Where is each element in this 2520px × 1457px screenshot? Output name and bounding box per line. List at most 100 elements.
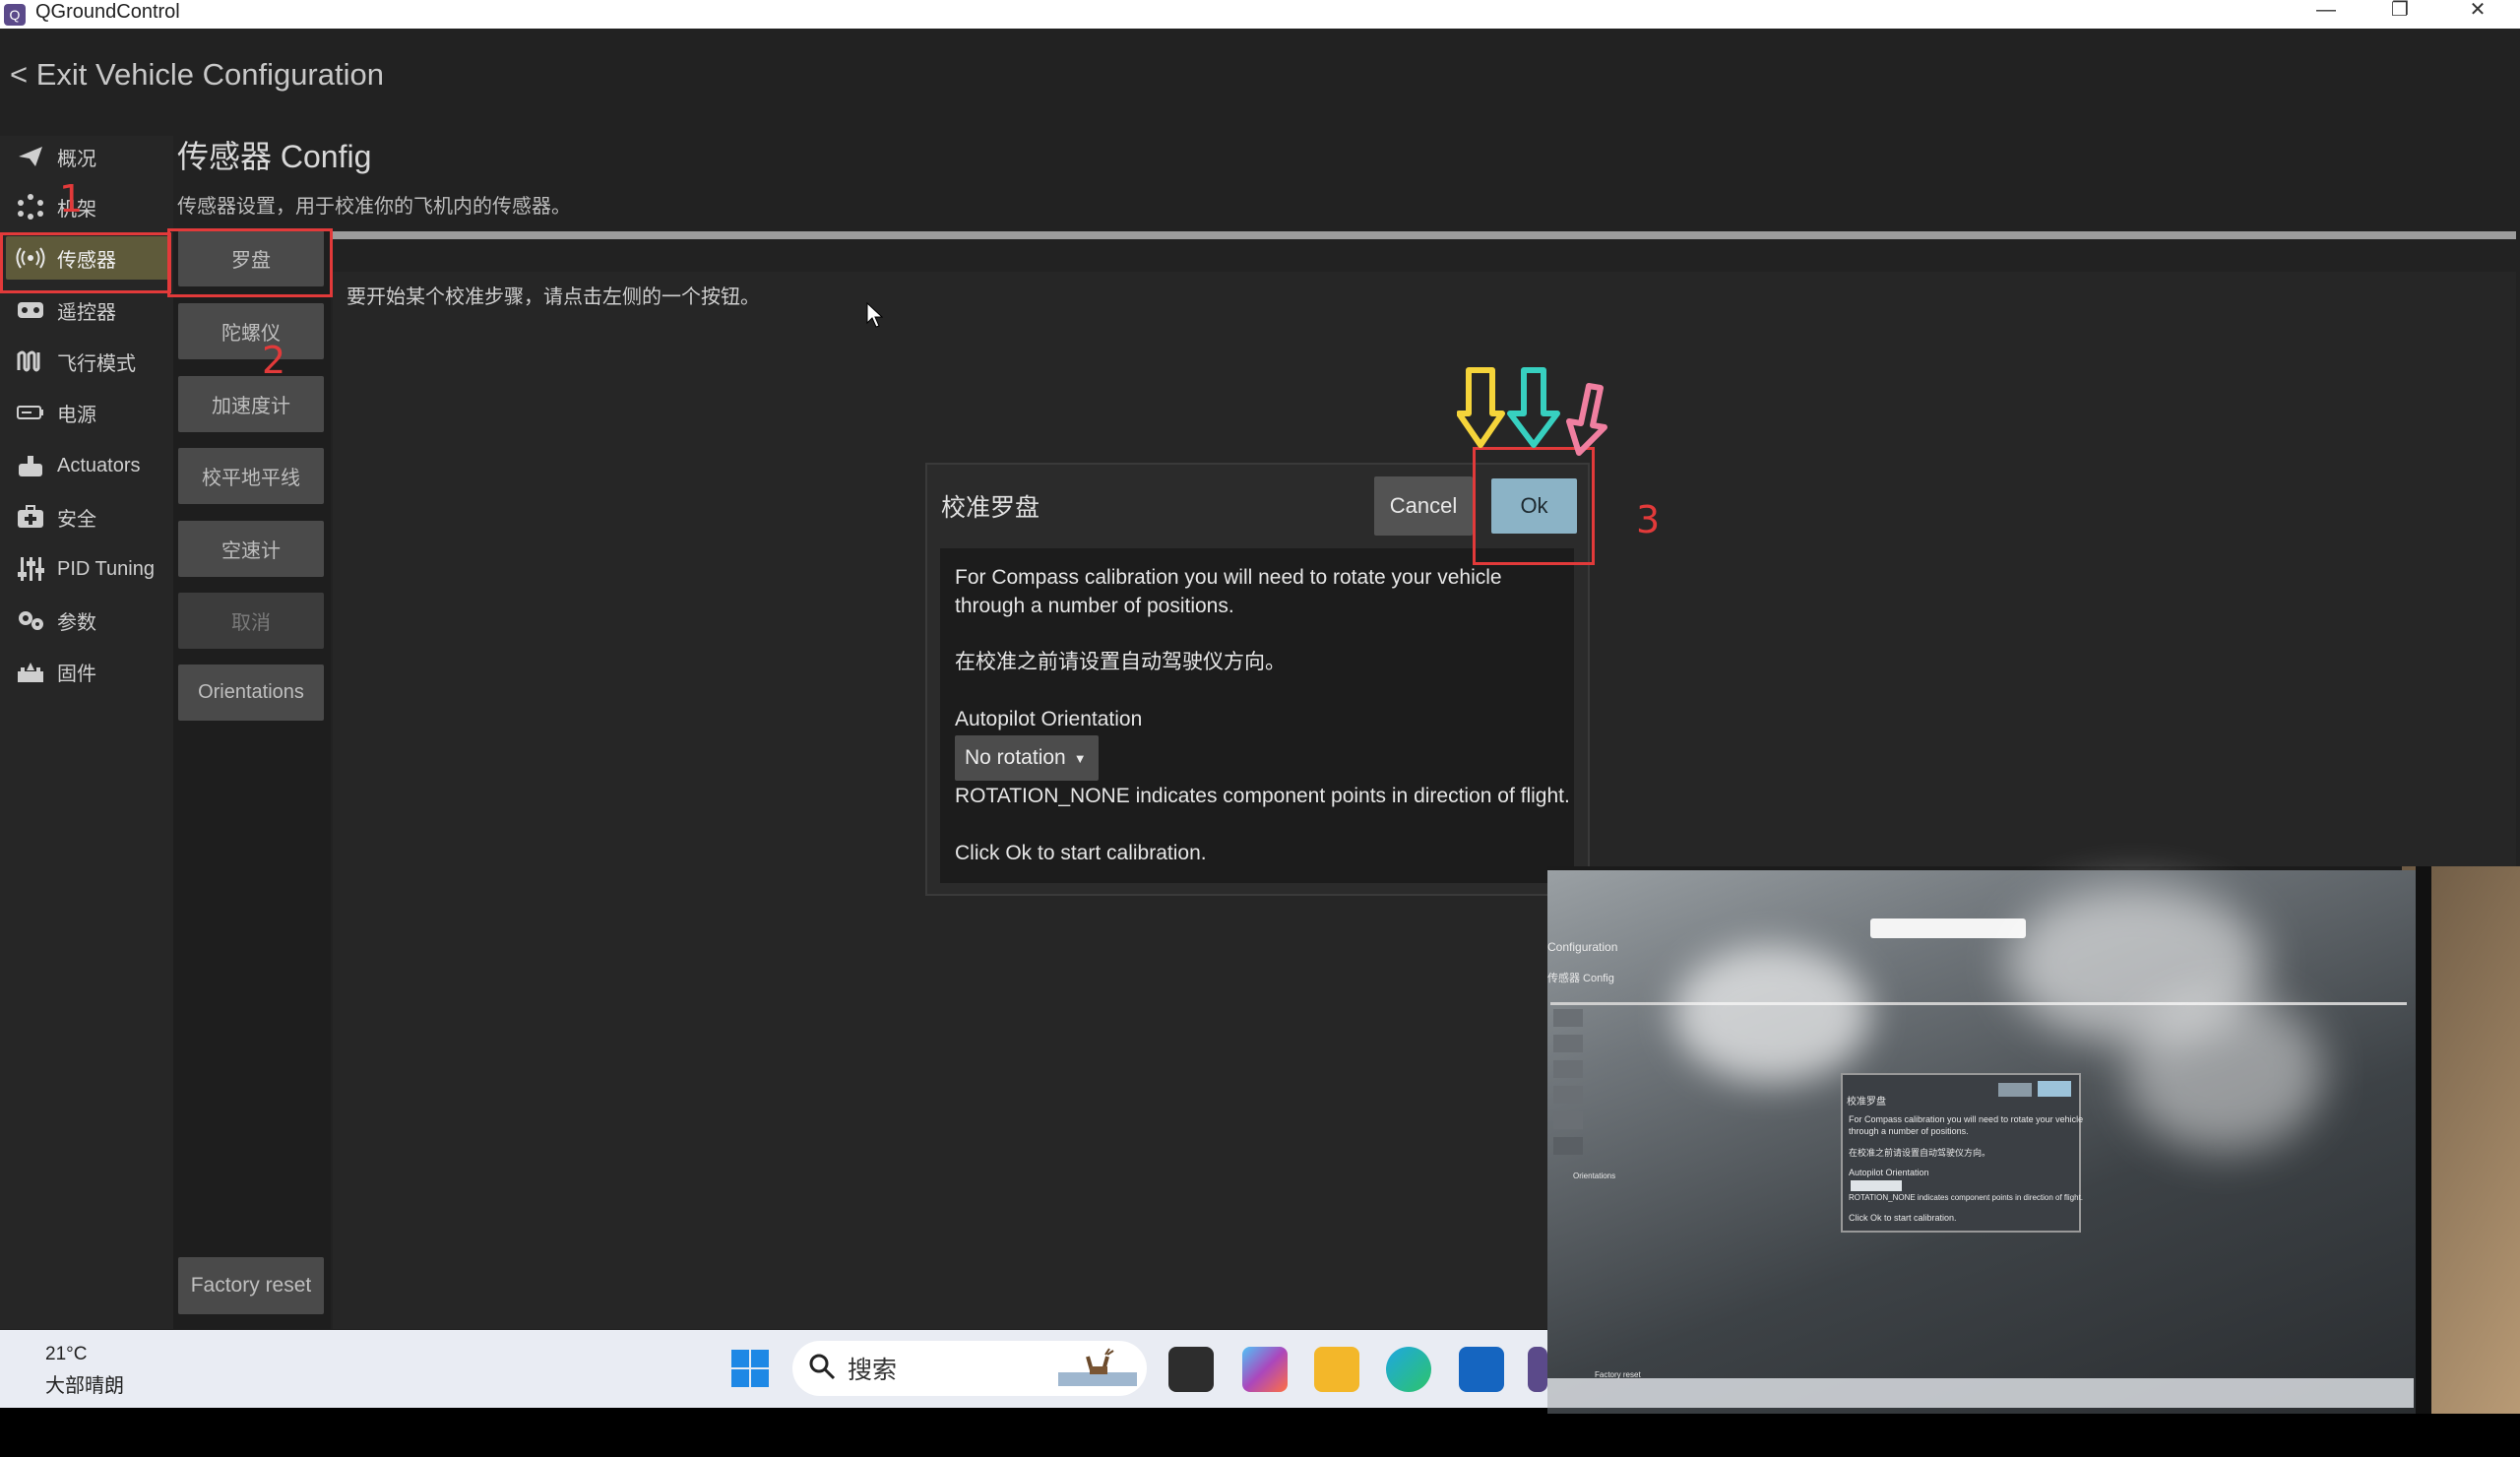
nav-item-label: 概况 [57, 148, 96, 170]
file-explorer-icon[interactable] [1314, 1347, 1359, 1392]
window-title: QGroundControl [35, 1, 180, 23]
sliders-icon [16, 556, 45, 582]
wave-icon [16, 348, 45, 374]
page-description: 传感器设置，用于校准你的飞机内的传感器。 [177, 196, 571, 218]
photo-recording-toolbar [1870, 919, 2026, 938]
photo-orientations: Orientations [1573, 1172, 1616, 1180]
frame-dots-icon [16, 194, 45, 220]
nav-item-parameters[interactable]: 参数 [6, 599, 169, 642]
nav-item-label: 参数 [57, 611, 96, 634]
task-view-icon[interactable] [1168, 1347, 1214, 1392]
photo-orientation-select [1851, 1180, 1902, 1191]
weather-temperature[interactable]: 21°C [45, 1344, 87, 1365]
nav-item-label: 安全 [57, 508, 96, 531]
annotation-box-sensors [0, 232, 171, 293]
minimize-button[interactable]: — [2297, 0, 2356, 24]
orientation-selected-value: No rotation [965, 746, 1066, 769]
nav-item-summary[interactable]: 概况 [6, 135, 169, 178]
photo-page-title: 传感器 Config [1547, 973, 1614, 984]
maximize-button[interactable]: ❐ [2370, 0, 2429, 24]
taskbar-search-box[interactable]: 搜索 [792, 1341, 1147, 1396]
gyroscope-button[interactable]: 陀螺仪 [178, 303, 324, 359]
page-title: 传感器 Config [177, 139, 372, 174]
nav-item-label: 遥控器 [57, 301, 116, 324]
level-horizon-button[interactable]: 校平地平线 [178, 448, 324, 504]
dialog-title: 校准罗盘 [941, 494, 1040, 522]
windows-start-icon[interactable] [730, 1349, 770, 1393]
start-calibration-note: Click Ok to start calibration. [955, 842, 1207, 864]
qgroundcontrol-taskbar-icon[interactable] [1528, 1347, 1547, 1392]
chevron-down-icon: ▼ [1073, 750, 1087, 766]
photo-dialog-title: 校准罗盘 [1847, 1097, 1886, 1108]
gears-icon [16, 607, 45, 633]
photo-orientation-label: Autopilot Orientation [1849, 1168, 1929, 1177]
gamepad-icon [16, 297, 45, 323]
nav-item-flight-modes[interactable]: 飞行模式 [6, 340, 169, 383]
photo-taskbar [1547, 1378, 2414, 1408]
dialog-cancel-button[interactable]: Cancel [1374, 476, 1473, 536]
autopilot-orientation-label: Autopilot Orientation [955, 708, 1143, 730]
annotation-step-2: 2 [262, 339, 286, 382]
annotation-box-ok [1473, 447, 1595, 565]
close-button[interactable]: ✕ [2448, 0, 2507, 24]
header-divider [333, 231, 2516, 239]
annotation-step-1: 1 [59, 177, 84, 221]
nav-item-radio[interactable]: 遥控器 [6, 288, 169, 332]
nav-item-power[interactable]: 电源 [6, 391, 169, 434]
photo-glare [2126, 994, 2323, 1152]
photo-cancel-button [1998, 1083, 2032, 1097]
photo-ok-button [2038, 1081, 2071, 1097]
dialog-instruction-line-2: through a number of positions. [955, 595, 1234, 617]
photo-config-text: Configuration [1547, 940, 1618, 954]
search-icon [808, 1353, 836, 1385]
factory-reset-button[interactable]: Factory reset [178, 1257, 324, 1314]
photo-rotation-note: ROTATION_NONE indicates component points… [1849, 1193, 2084, 1202]
pink-arrow-icon [1559, 382, 1612, 462]
deer-illustration-icon [1058, 1347, 1137, 1391]
nav-item-label: PID Tuning [57, 557, 155, 580]
nav-item-label: 电源 [57, 404, 96, 426]
window-title-bar [0, 0, 2520, 29]
firmware-icon [16, 659, 45, 684]
orientations-button[interactable]: Orientations [178, 665, 324, 721]
annotation-box-compass [167, 228, 333, 297]
nav-item-pid-tuning[interactable]: PID Tuning [6, 547, 169, 591]
photo-glare [1673, 945, 1870, 1083]
photo-dialog-line-3: 在校准之前请设置自动驾驶仪方向。 [1849, 1148, 1991, 1158]
exit-vehicle-config-link[interactable]: < Exit Vehicle Configuration [10, 57, 384, 93]
screen-bottom-bezel [0, 1408, 2520, 1457]
app-logo-icon: Q [4, 4, 26, 26]
weather-description[interactable]: 大部晴朗 [45, 1369, 124, 1398]
nav-item-label: Actuators [57, 454, 141, 476]
accelerometer-button[interactable]: 加速度计 [178, 376, 324, 432]
microsoft-store-icon[interactable] [1459, 1347, 1504, 1392]
photo-dialog-line-1: For Compass calibration you will need to… [1849, 1114, 2084, 1124]
search-label: 搜索 [848, 1357, 898, 1384]
battery-icon [16, 400, 45, 425]
photo-dialog-line-2: through a number of positions. [1849, 1126, 1969, 1136]
photo-start-note: Click Ok to start calibration. [1849, 1213, 1957, 1223]
photo-sensor-buttons [1553, 1009, 1583, 1176]
nav-item-safety[interactable]: 安全 [6, 495, 169, 538]
cancel-calibration-button[interactable]: 取消 [178, 593, 324, 649]
nav-item-frame[interactable]: 机架 [6, 185, 169, 228]
microsoft365-icon[interactable] [1242, 1347, 1288, 1392]
yellow-arrow-icon [1456, 366, 1506, 454]
dialog-orientation-note: 在校准之前请设置自动驾驶仪方向。 [955, 651, 1286, 673]
calibration-hint: 要开始某个校准步骤，请点击左侧的一个按钮。 [346, 286, 760, 308]
dialog-instruction-line-1: For Compass calibration you will need to… [955, 566, 1502, 589]
edge-browser-icon[interactable] [1386, 1347, 1431, 1392]
paper-plane-icon [16, 144, 45, 169]
airspeed-button[interactable]: 空速计 [178, 521, 324, 577]
annotation-step-3: 3 [1636, 498, 1661, 541]
actuator-icon [16, 453, 45, 478]
nav-item-label: 飞行模式 [57, 352, 136, 375]
photo-monitor-frame [2416, 866, 2431, 1414]
nav-item-actuators[interactable]: Actuators [6, 444, 169, 487]
mouse-cursor-icon [866, 301, 884, 333]
first-aid-icon [16, 504, 45, 530]
cyan-arrow-icon [1506, 366, 1561, 454]
autopilot-orientation-select[interactable]: No rotation ▼ [955, 735, 1099, 781]
nav-item-label: 固件 [57, 663, 96, 685]
nav-item-firmware[interactable]: 固件 [6, 650, 169, 693]
